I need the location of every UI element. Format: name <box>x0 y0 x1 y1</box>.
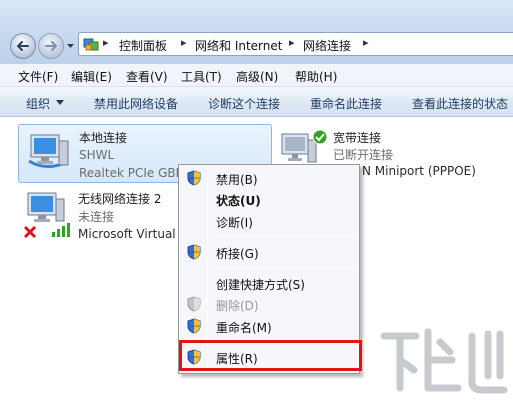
breadcrumb-separator-icon: ▸ <box>103 36 109 49</box>
menu-item-create-shortcut[interactable]: 创建快捷方式(S) <box>179 272 359 294</box>
site-watermark-logo <box>380 328 508 394</box>
connection-wireless-2[interactable]: 无线网络连接 2 未连接 Microsoft Virtual <box>18 186 178 244</box>
uac-shield-icon <box>187 318 201 334</box>
menu-separator <box>211 236 355 237</box>
menu-view[interactable]: 查看(V) <box>126 68 168 85</box>
breadcrumb-separator-icon: ▸ <box>289 36 295 49</box>
menu-item-rename[interactable]: 重命名(M) <box>179 315 359 337</box>
menu-help[interactable]: 帮助(H) <box>295 68 337 85</box>
connection-status: SHWL <box>79 148 115 162</box>
menu-separator <box>211 267 355 268</box>
disable-device-button[interactable]: 禁用此网络设备 <box>94 95 178 112</box>
menu-bar: 文件(F) 编辑(E) 查看(V) 工具(T) 高级(N) 帮助(H) <box>0 64 513 87</box>
menu-advanced[interactable]: 高级(N) <box>236 68 278 85</box>
menu-file[interactable]: 文件(F) <box>18 68 58 85</box>
menu-item-label: 状态(U) <box>216 194 261 208</box>
diagnose-connection-button[interactable]: 诊断这个连接 <box>208 95 280 112</box>
menu-item-label: 删除(D) <box>216 299 259 313</box>
forward-button[interactable] <box>38 33 64 59</box>
connection-device: Microsoft Virtual <box>78 227 176 241</box>
menu-item-diagnose[interactable]: 诊断(I) <box>179 210 359 232</box>
menu-item-label: 重命名(M) <box>216 321 272 335</box>
connection-name: 宽带连接 <box>333 131 382 145</box>
address-box[interactable]: ▸ 控制面板 ▸ 网络和 Internet ▸ 网络连接 ▸ <box>78 32 513 56</box>
history-dropdown-icon[interactable] <box>66 42 75 50</box>
menu-tools[interactable]: 工具(T) <box>181 68 222 85</box>
control-panel-icon <box>83 38 99 51</box>
breadcrumb-control-panel[interactable]: 控制面板 <box>119 37 167 54</box>
menu-item-label: 桥接(G) <box>216 247 259 261</box>
menu-item-label: 禁用(B) <box>216 173 258 187</box>
connection-name: 本地连接 <box>79 131 128 145</box>
breadcrumb-separator-icon: ▸ <box>363 36 369 49</box>
organize-button[interactable]: 组织 <box>26 95 50 112</box>
connection-device: Realtek PCIe GBE <box>79 166 184 180</box>
menu-item-label: 创建快捷方式(S) <box>216 278 305 292</box>
menu-item-delete: 删除(D) <box>179 293 359 315</box>
address-bar: ▸ 控制面板 ▸ 网络和 Internet ▸ 网络连接 ▸ <box>0 0 513 64</box>
connection-device: N Miniport (PPPOE) <box>362 164 476 178</box>
breadcrumb-network-connections[interactable]: 网络连接 <box>303 37 351 54</box>
organize-dropdown-icon <box>56 100 64 105</box>
uac-shield-icon <box>187 296 201 312</box>
wired-network-icon <box>28 134 69 168</box>
connection-status: 已断开连接 <box>333 148 394 162</box>
uac-shield-icon <box>187 244 201 260</box>
connection-name: 无线网络连接 2 <box>78 192 162 206</box>
breadcrumb-separator-icon: ▸ <box>181 36 187 49</box>
menu-item-label: 诊断(I) <box>216 216 253 230</box>
uac-shield-icon <box>187 170 201 186</box>
menu-item-disable[interactable]: 禁用(B) <box>179 167 359 189</box>
connection-status: 未连接 <box>78 210 115 224</box>
menu-item-bridge[interactable]: 桥接(G) <box>179 241 359 263</box>
menu-edit[interactable]: 编辑(E) <box>71 68 112 85</box>
breadcrumb-network-internet[interactable]: 网络和 Internet <box>195 37 282 54</box>
rename-connection-button[interactable]: 重命名此连接 <box>310 95 382 112</box>
command-bar: 组织 禁用此网络设备 诊断这个连接 重命名此连接 查看此连接的状态 <box>0 87 513 117</box>
properties-highlight-box <box>179 340 362 371</box>
back-arrow-icon <box>17 41 29 51</box>
forward-arrow-icon <box>45 41 57 51</box>
back-button[interactable] <box>10 33 36 59</box>
menu-item-status[interactable]: 状态(U) <box>179 188 359 210</box>
view-status-button[interactable]: 查看此连接的状态 <box>412 95 508 112</box>
wireless-network-icon <box>23 192 70 239</box>
